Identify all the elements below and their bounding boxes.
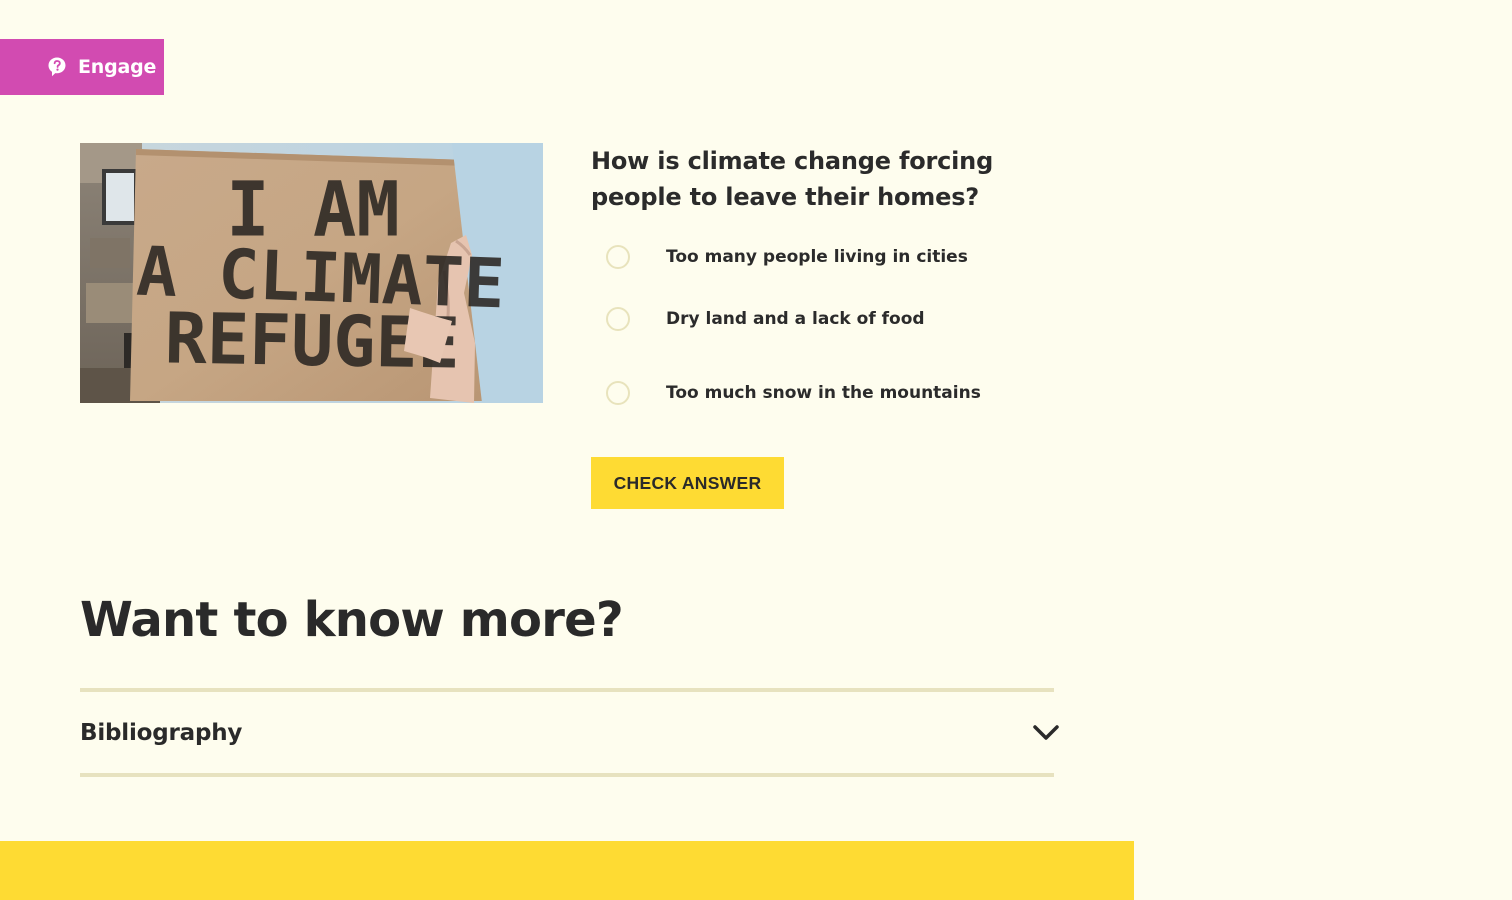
- radio-button[interactable]: [606, 307, 630, 331]
- engage-tag: Engage: [0, 39, 164, 95]
- radio-button[interactable]: [606, 381, 630, 405]
- quiz-option[interactable]: Too many people living in cities: [591, 232, 1071, 282]
- option-label: Too many people living in cities: [666, 247, 968, 267]
- quiz-option[interactable]: Dry land and a lack of food: [591, 282, 1071, 356]
- quiz-question: How is climate change forcing people to …: [591, 147, 994, 211]
- footer-band: [0, 841, 1134, 900]
- option-label: Dry land and a lack of food: [666, 309, 925, 329]
- chevron-down-icon[interactable]: [1032, 724, 1060, 742]
- quiz: How is climate change forcing people to …: [591, 143, 1071, 430]
- radio-button[interactable]: [606, 245, 630, 269]
- want-to-know-more-heading: Want to know more?: [80, 592, 624, 648]
- quiz-option[interactable]: Too much snow in the mountains: [591, 356, 1071, 430]
- quiz-options: Too many people living in cities Dry lan…: [591, 232, 1071, 430]
- climate-refugee-photo: I AM A CLIMATE REFUGEE: [80, 143, 543, 403]
- accordion-label: Bibliography: [80, 719, 243, 746]
- check-answer-button[interactable]: CHECK ANSWER: [591, 457, 784, 509]
- bibliography-accordion[interactable]: Bibliography: [80, 688, 1059, 777]
- question-bubble-icon: [46, 56, 68, 78]
- engage-label: Engage: [78, 56, 157, 78]
- option-label: Too much snow in the mountains: [666, 383, 981, 403]
- page: Engage I AM A CLIMATE REFUGEE How is cli…: [0, 0, 1512, 900]
